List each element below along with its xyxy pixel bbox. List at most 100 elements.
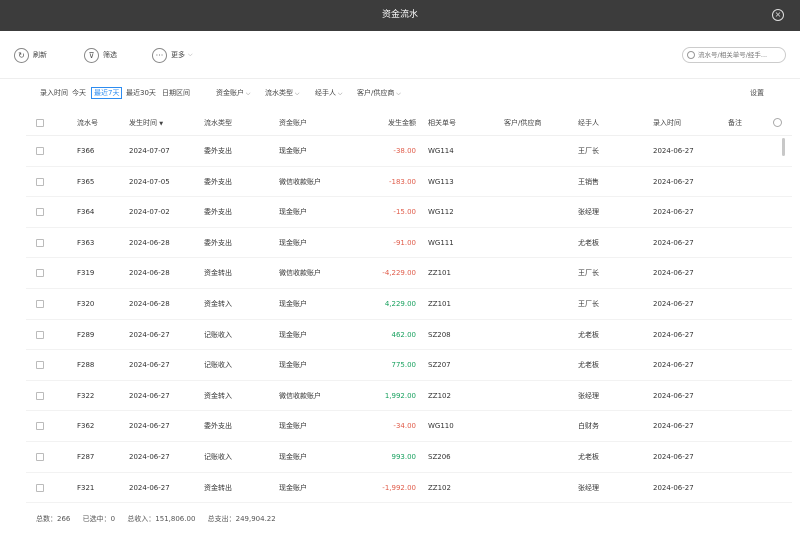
cell-handler: 王厂长 [578,147,599,155]
row-checkbox[interactable] [36,483,44,492]
gear-icon[interactable] [773,118,782,127]
cell-handler: 王销售 [578,177,599,186]
table-header: 流水号 发生时间 ▼ 流水类型 资金账户 发生金额 相关单号 客户/供应商 经手… [26,110,792,136]
cell-handler: 张经理 [578,391,599,400]
cell-entry-time: 2024-06-27 [653,238,694,247]
funnel-icon: ⊽ [84,47,99,63]
refresh-button[interactable]: ↻ 刷新 [14,47,47,63]
table-body: F366 2024-07-07 委外支出 现金账户 -38.00 WG114 王厂长 2024… [26,136,792,504]
cell-amount: -38.00 [393,147,416,155]
cell-amount: -183.00 [388,177,416,186]
cell-entry-time: 2024-06-27 [653,422,694,431]
vertical-scrollbar[interactable] [782,138,785,156]
cell-ref-no: ZZ102 [428,391,451,400]
filter-today[interactable]: 今天 [72,88,86,98]
settings-link[interactable]: 设置 [750,88,764,98]
cell-handler: 张经理 [578,208,599,217]
table-row[interactable]: F365 2024-07-05 委外支出 微信收款账户 -183.00 WG113 王销售 2… [26,167,792,198]
cell-flow-no: F365 [77,177,95,186]
cell-amount: 1,992.00 [384,391,416,400]
filter-date-range[interactable]: 日期区间 [162,88,190,98]
col-date[interactable]: 发生时间 ▼ [129,110,163,137]
cell-date: 2024-06-27 [129,422,170,431]
cell-account: 现金账户 [279,483,307,492]
total-income: 总收入：151,806.00 [127,515,196,523]
cell-ref-no: SZ207 [428,361,451,370]
row-checkbox[interactable] [36,299,44,308]
time-filter-label: 录入时间 [40,89,68,97]
cell-flow-no: F362 [77,422,95,431]
more-button[interactable]: ··· 更多 ⌵ [152,47,193,63]
cell-ref-no: WG110 [428,422,454,431]
cell-date: 2024-06-28 [129,238,170,247]
table-row[interactable]: F366 2024-07-07 委外支出 现金账户 -38.00 WG114 王厂长 2024… [26,136,792,167]
cell-entry-time: 2024-06-27 [653,269,694,278]
filter-account-dropdown[interactable]: 资金账户 [216,88,250,99]
search-icon [687,51,695,59]
cell-handler: 王厂长 [578,269,599,278]
summary-footer: 总数：266 已选中：0 总收入：151,806.00 总支出：249,904.… [36,514,286,524]
row-checkbox[interactable] [36,422,44,431]
row-checkbox[interactable] [36,208,44,217]
window-title: 资金流水 [381,10,418,20]
table-row[interactable]: F321 2024-06-27 资金转出 现金账户 -1,992.00 ZZ102 张经理 2… [26,473,792,504]
cell-amount: -4,229.00 [382,269,416,278]
table-row[interactable]: F288 2024-06-27 记账收入 现金账户 775.00 SZ207 尤老板 2024… [26,350,792,381]
cell-type: 委外支出 [204,177,232,186]
filter-handler-dropdown[interactable]: 经手人 [315,88,342,99]
chevron-down-icon: ⌵ [188,51,193,58]
cell-entry-time: 2024-06-27 [653,330,694,339]
row-checkbox[interactable] [36,269,44,278]
col-partner: 客户/供应商 [504,119,542,127]
table-row[interactable]: F319 2024-06-28 资金转出 微信收款账户 -4,229.00 ZZ101 王厂… [26,258,792,289]
search-input[interactable] [698,51,780,59]
cell-amount: 4,229.00 [384,299,416,308]
flow-table: 流水号 发生时间 ▼ 流水类型 资金账户 发生金额 相关单号 客户/供应商 经手… [26,110,792,504]
table-row[interactable]: F287 2024-06-27 记账收入 现金账户 993.00 SZ206 尤老板 2024… [26,442,792,473]
cell-entry-time: 2024-06-27 [653,452,694,461]
col-flow-no: 流水号 [77,119,98,127]
filter-last30[interactable]: 最近30天 [126,88,156,98]
cell-ref-no: WG112 [428,208,454,217]
table-row[interactable]: F289 2024-06-27 记账收入 现金账户 462.00 SZ208 尤老板 2024… [26,320,792,351]
cell-ref-no: WG111 [428,238,454,247]
cell-handler: 白财务 [578,422,599,431]
cell-date: 2024-07-02 [129,208,170,217]
table-row[interactable]: F363 2024-06-28 委外支出 现金账户 -91.00 WG111 尤老板 2024… [26,228,792,259]
row-checkbox[interactable] [36,147,44,155]
total-count: 总数：266 [36,515,71,523]
filter-type-dropdown[interactable]: 流水类型 [265,88,299,99]
row-checkbox[interactable] [36,177,44,186]
cell-type: 委外支出 [204,147,232,155]
cell-ref-no: ZZ101 [428,269,451,278]
cell-amount: -1,992.00 [382,483,416,492]
cell-amount: 993.00 [391,452,417,461]
cell-date: 2024-06-27 [129,483,170,492]
cell-ref-no: WG113 [428,177,454,186]
select-all-checkbox[interactable] [36,119,44,127]
filter-label: 筛选 [103,51,117,59]
col-remark: 备注 [728,119,742,127]
cell-account: 现金账户 [279,238,307,247]
row-checkbox[interactable] [36,391,44,400]
row-checkbox[interactable] [36,330,44,339]
filter-last7[interactable]: 最近7天 [91,87,123,99]
row-checkbox[interactable] [36,452,44,461]
row-checkbox[interactable] [36,361,44,370]
cell-handler: 尤老板 [578,238,599,247]
filter-button[interactable]: ⊽ 筛选 [84,47,117,63]
row-checkbox[interactable] [36,238,44,247]
table-row[interactable]: F322 2024-06-27 资金转入 微信收款账户 1,992.00 ZZ102 张经理… [26,381,792,412]
table-row[interactable]: F362 2024-06-27 委外支出 现金账户 -34.00 WG110 白财务 2024… [26,411,792,442]
cell-type: 资金转入 [204,299,232,308]
table-row[interactable]: F364 2024-07-02 委外支出 现金账户 -15.00 WG112 张经理 2024… [26,197,792,228]
cell-entry-time: 2024-06-27 [653,391,694,400]
filter-customer-dropdown[interactable]: 客户/供应商 [357,88,401,99]
cell-handler: 张经理 [578,483,599,492]
cell-ref-no: SZ208 [428,330,451,339]
cell-entry-time: 2024-06-27 [653,208,694,217]
table-row[interactable]: F320 2024-06-28 资金转入 现金账户 4,229.00 ZZ101 王厂长 20… [26,289,792,320]
search-box[interactable] [682,47,786,63]
close-icon[interactable]: × [772,9,784,21]
cell-date: 2024-07-05 [129,177,170,186]
